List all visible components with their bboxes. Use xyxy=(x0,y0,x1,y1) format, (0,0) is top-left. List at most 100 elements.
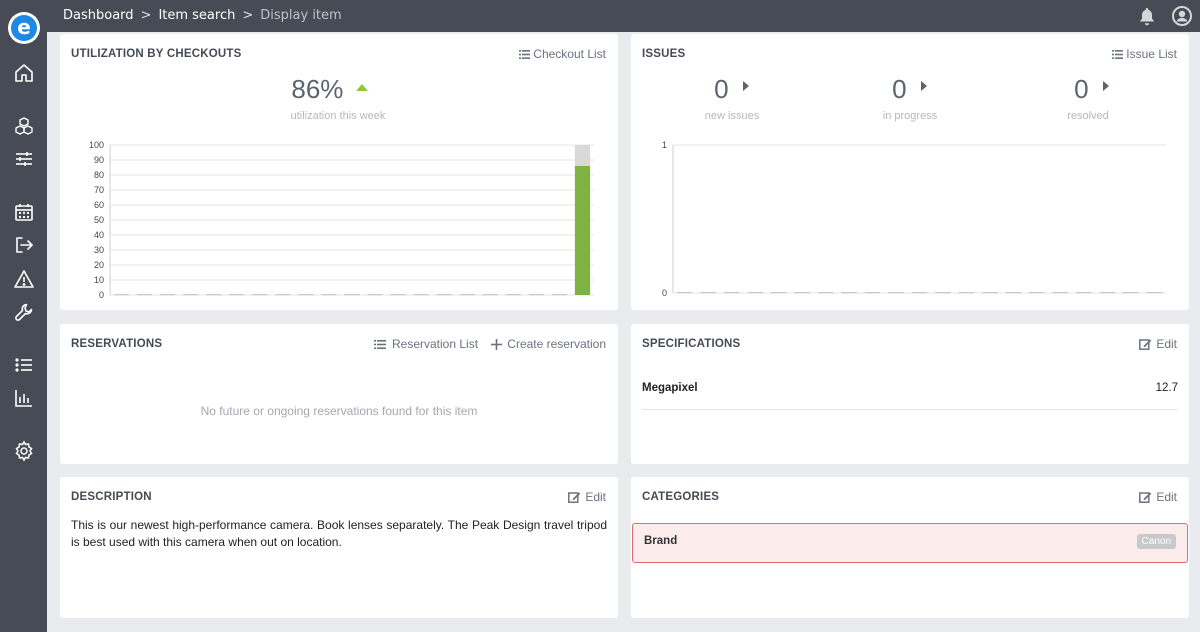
reservation-list-link[interactable]: Reservation List xyxy=(374,337,478,351)
y-tick-label: 1 xyxy=(662,140,667,150)
resolved-value: 0 xyxy=(1074,74,1089,104)
bar-empty xyxy=(252,294,268,296)
in-progress-value: 0 xyxy=(892,74,907,104)
bar-empty xyxy=(982,292,998,294)
bar-empty xyxy=(1029,292,1045,294)
issue-list-link[interactable]: Issue List xyxy=(1112,47,1177,61)
bar-empty xyxy=(505,294,521,296)
specifications-edit-button[interactable]: Edit xyxy=(1139,337,1177,351)
breadcrumb-dashboard[interactable]: Dashboard xyxy=(63,0,134,32)
y-tick-label: 40 xyxy=(94,230,104,240)
y-tick-label: 0 xyxy=(99,290,104,300)
y-tick-label: 70 xyxy=(94,185,104,195)
bar-empty xyxy=(344,294,360,296)
checkout-list-link[interactable]: Checkout List xyxy=(519,47,606,61)
bar-empty xyxy=(1123,292,1139,294)
breadcrumb-separator: > xyxy=(242,8,254,23)
topbar: Dashboard > Item search > Display item xyxy=(47,0,1200,32)
sliders-icon[interactable] xyxy=(12,147,36,171)
bar-empty xyxy=(482,294,498,296)
calendar-icon[interactable] xyxy=(12,200,36,224)
boxes-icon[interactable] xyxy=(12,114,36,138)
bar-empty xyxy=(1076,292,1092,294)
bar-empty xyxy=(770,292,787,294)
new-issues-label: new issues xyxy=(704,110,760,122)
edit-icon xyxy=(1139,492,1152,503)
gear-icon[interactable] xyxy=(12,439,36,463)
bar-empty xyxy=(113,294,130,296)
categories-title: CATEGORIES xyxy=(642,491,720,503)
bell-icon[interactable] xyxy=(1136,5,1158,27)
bar-empty xyxy=(1052,292,1069,294)
description-panel: DESCRIPTION Edit This is our newest high… xyxy=(60,477,618,618)
edit-icon xyxy=(568,492,581,503)
reservations-empty-message: No future or ongoing reservations found … xyxy=(200,404,478,418)
logo[interactable]: e xyxy=(8,12,40,44)
bar-empty xyxy=(888,292,904,294)
wrench-icon[interactable] xyxy=(12,300,36,324)
y-tick-label: 10 xyxy=(94,275,104,285)
bar-empty xyxy=(183,294,199,296)
breadcrumb-item-search[interactable]: Item search xyxy=(158,0,235,32)
bar-empty xyxy=(1146,292,1163,294)
bar-empty xyxy=(206,294,222,296)
category-key: Brand xyxy=(644,535,678,547)
categories-edit-label: Edit xyxy=(1156,490,1177,504)
breadcrumb-separator: > xyxy=(140,8,152,23)
description-text: This is our newest high-performance came… xyxy=(71,518,607,549)
spec-value: 12.7 xyxy=(1155,382,1178,394)
warning-icon[interactable] xyxy=(12,267,36,291)
bar xyxy=(574,166,591,295)
category-row[interactable]: Brand Canon xyxy=(632,523,1188,563)
description-title: DESCRIPTION xyxy=(71,491,152,503)
caret-right-icon xyxy=(1102,81,1109,91)
bar-empty xyxy=(841,292,857,294)
utilization-percent: 86% xyxy=(260,74,400,105)
sidebar: e xyxy=(0,0,47,632)
user-icon[interactable] xyxy=(1171,5,1193,27)
bar-empty xyxy=(676,292,693,294)
logout-icon[interactable] xyxy=(12,233,36,257)
category-badge: Canon xyxy=(1136,534,1176,549)
chart-icon[interactable] xyxy=(12,386,36,410)
bar-empty xyxy=(275,294,291,296)
bar-empty xyxy=(723,292,740,294)
utilization-percent-value: 86% xyxy=(291,74,344,104)
description-edit-button[interactable]: Edit xyxy=(568,490,606,504)
bar-empty xyxy=(1005,292,1022,294)
bar-empty xyxy=(817,292,834,294)
bar-empty xyxy=(459,294,475,296)
resolved-label: resolved xyxy=(1067,110,1109,122)
reservation-list-label: Reservation List xyxy=(392,337,479,351)
bar-empty xyxy=(935,292,951,294)
bar-empty xyxy=(136,294,153,296)
description-edit-label: Edit xyxy=(585,490,606,504)
bar-empty xyxy=(958,292,975,294)
categories-edit-button[interactable]: Edit xyxy=(1139,490,1177,504)
bar-empty xyxy=(700,292,716,294)
bar-empty xyxy=(864,292,881,294)
specifications-title: SPECIFICATIONS xyxy=(642,338,741,350)
resolved-count[interactable]: 0 xyxy=(1052,74,1132,105)
bar-empty xyxy=(911,292,928,294)
y-tick-label: 80 xyxy=(94,170,104,180)
create-reservation-button[interactable]: Create reservation xyxy=(491,337,606,351)
bar-empty xyxy=(794,292,810,294)
in-progress-label: in progress xyxy=(882,110,938,122)
bar-empty xyxy=(747,292,763,294)
spec-key: Megapixel xyxy=(642,382,698,394)
utilization-caption: utilization this week xyxy=(290,110,386,122)
bar xyxy=(574,145,591,166)
in-progress-count[interactable]: 0 xyxy=(870,74,950,105)
caret-right-icon xyxy=(920,81,927,91)
breadcrumb: Dashboard > Item search > Display item xyxy=(63,0,342,32)
list-icon[interactable] xyxy=(12,353,36,377)
home-icon[interactable] xyxy=(12,61,36,85)
plus-icon xyxy=(491,339,503,350)
breadcrumb-current: Display item xyxy=(260,8,342,23)
new-issues-count[interactable]: 0 xyxy=(692,74,772,105)
reservations-title: RESERVATIONS xyxy=(71,338,163,350)
bar-empty xyxy=(528,294,544,296)
bar-empty xyxy=(298,294,314,296)
specifications-edit-label: Edit xyxy=(1156,337,1177,351)
